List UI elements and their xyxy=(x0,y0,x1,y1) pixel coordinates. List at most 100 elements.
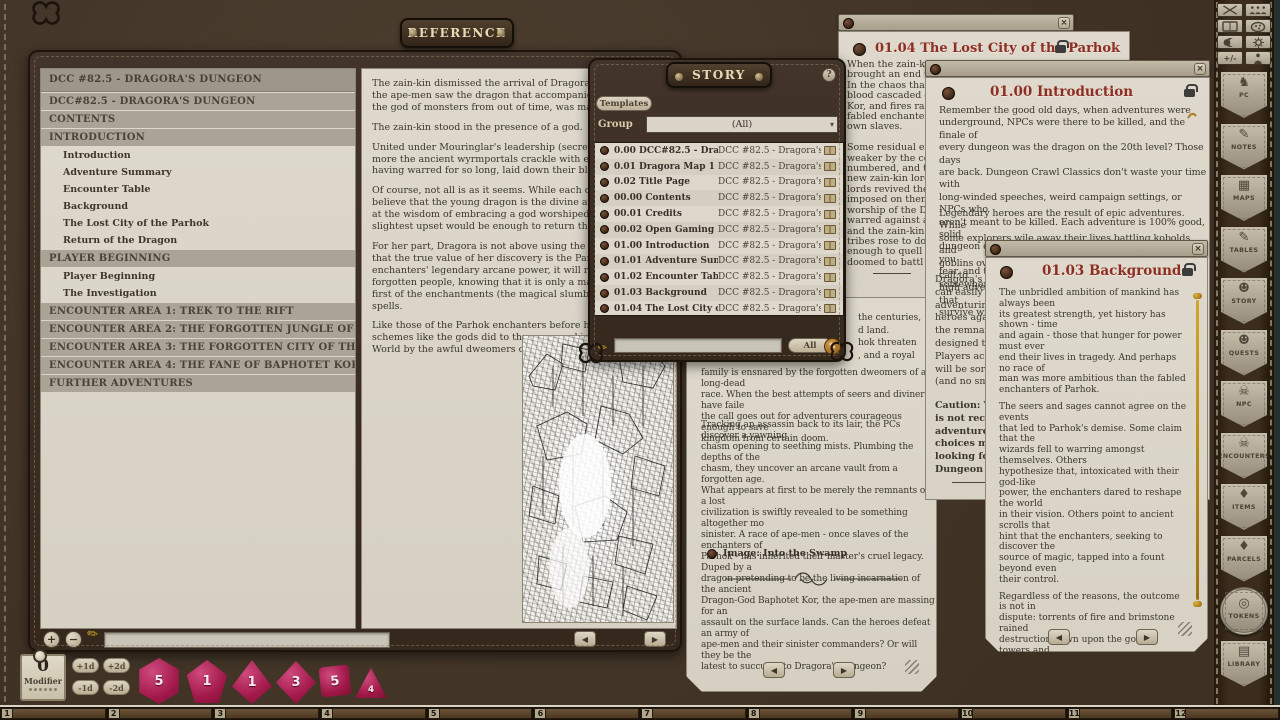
story-list-row[interactable]: 00.02 Open Gaming License DCC #82.5 - Dr… xyxy=(595,222,843,238)
toc-entry[interactable]: CONTENTS xyxy=(41,111,355,128)
hotkey-slot[interactable]: 7 xyxy=(641,708,746,719)
entry-knob-icon[interactable] xyxy=(600,146,609,155)
sidebar-banner[interactable]: ☠ ENCOUNTERS xyxy=(1221,433,1267,479)
hotkey-slot[interactable]: 1 xyxy=(1,708,106,719)
toc-entry[interactable]: Adventure Summary xyxy=(41,164,355,181)
entry-knob-icon[interactable] xyxy=(600,289,609,298)
module-book-icon[interactable] xyxy=(824,178,836,187)
lock-icon[interactable] xyxy=(1184,89,1195,97)
zoom-in-button[interactable]: + xyxy=(43,631,60,648)
sidebar-banner[interactable]: ◎ TOKENS xyxy=(1220,587,1268,635)
background-prev-button[interactable]: ◀ xyxy=(1048,629,1070,645)
background-titlebar[interactable]: × xyxy=(985,240,1208,257)
story-list-row[interactable]: 01.04 The Lost City of the Parhok DCC #8… xyxy=(595,301,843,316)
reference-search-input[interactable] xyxy=(104,632,390,648)
lock-icon[interactable] xyxy=(1055,45,1066,53)
toc-entry[interactable]: Background xyxy=(41,198,355,215)
character-icon[interactable] xyxy=(1245,51,1271,65)
toc-entry[interactable]: ENCOUNTER AREA 4: THE FANE OF BAPHOTET K… xyxy=(41,357,355,374)
minus-2d-button[interactable]: -2d xyxy=(103,680,130,695)
resize-grip[interactable] xyxy=(1178,622,1192,636)
toc-entry[interactable]: Player Beginning xyxy=(41,268,355,285)
module-book-icon[interactable] xyxy=(824,146,836,155)
window-knob-icon[interactable] xyxy=(843,18,854,29)
toc-entry[interactable]: Return of the Dragon xyxy=(41,232,355,249)
hotkey-slot[interactable]: 11 xyxy=(1068,708,1173,719)
story-search-input[interactable] xyxy=(614,338,782,353)
toc-entry[interactable]: The Lost City of the Parhok xyxy=(41,215,355,232)
entry-knob-icon[interactable] xyxy=(600,225,609,234)
sidebar-banner[interactable]: ✎ TABLES xyxy=(1221,227,1267,273)
sidebar-banner[interactable]: ☻ STORY xyxy=(1221,278,1267,324)
hotkey-slot[interactable]: 12 xyxy=(1174,708,1279,719)
entry-knob-icon[interactable] xyxy=(600,241,609,250)
resize-grip[interactable] xyxy=(905,660,919,674)
entry-knob-icon[interactable] xyxy=(600,162,609,171)
module-book-icon[interactable] xyxy=(824,273,836,282)
module-book-icon[interactable] xyxy=(824,210,836,219)
entry-knob-icon[interactable] xyxy=(600,178,609,187)
story-list-row[interactable]: 00.01 Credits DCC #82.5 - Dragora's Dung… xyxy=(595,206,843,222)
reference-title-plaque[interactable]: REFERENCE xyxy=(400,18,514,48)
background-next-button[interactable]: ▶ xyxy=(1136,629,1158,645)
d8-die[interactable]: 3 xyxy=(276,661,316,704)
modifiers-plus-minus-icon[interactable]: +/- xyxy=(1217,51,1243,65)
toc-entry[interactable]: DCC#82.5 - DRAGORA'S DUNGEON xyxy=(41,93,355,110)
story-list-row[interactable]: 0.02 Title Page DCC #82.5 - Dragora's Du… xyxy=(595,175,843,191)
plus-2d-button[interactable]: +2d xyxy=(103,658,130,673)
zoom-out-button[interactable]: − xyxy=(65,631,82,648)
toc-entry[interactable]: ENCOUNTER AREA 3: THE FORGOTTEN CITY OF … xyxy=(41,339,355,356)
sidebar-banner[interactable]: ✎ NOTES xyxy=(1221,124,1267,170)
page-next-button[interactable]: ▶ xyxy=(644,631,666,647)
toc-entry[interactable]: Encounter Table xyxy=(41,181,355,198)
hotkey-slot[interactable]: 8 xyxy=(748,708,853,719)
hotkey-slot[interactable]: 5 xyxy=(428,708,533,719)
options-gear-icon[interactable] xyxy=(1245,35,1271,49)
hotkey-slot[interactable]: 3 xyxy=(214,708,319,719)
module-book-icon[interactable] xyxy=(824,194,836,203)
templates-button[interactable]: Templates xyxy=(596,96,652,111)
story-list-row[interactable]: 01.02 Encounter Table DCC #82.5 - Dragor… xyxy=(595,269,843,285)
lost-city-titlebar[interactable]: × xyxy=(838,14,1074,31)
close-icon[interactable]: × xyxy=(1192,243,1204,255)
introduction-titlebar[interactable]: × xyxy=(925,60,1210,77)
summary-next-button[interactable]: ▶ xyxy=(833,662,855,678)
sidebar-banner[interactable]: ☻ QUESTS xyxy=(1221,330,1267,376)
sidebar-banner[interactable]: ☠ NPC xyxy=(1221,381,1267,427)
story-list-row[interactable]: 01.01 Adventure Summary DCC #82.5 - Drag… xyxy=(595,254,843,270)
entry-knob-icon[interactable] xyxy=(600,210,609,219)
story-list-row[interactable]: 00.00 Contents DCC #82.5 - Dragora's Dun… xyxy=(595,190,843,206)
hotkey-slot[interactable]: 9 xyxy=(854,708,959,719)
minus-1d-button[interactable]: -1d xyxy=(72,680,99,695)
window-knob-icon[interactable] xyxy=(990,244,1001,255)
crossed-swords-icon[interactable] xyxy=(1217,3,1243,17)
d4-die[interactable]: 4 xyxy=(355,668,387,698)
sidebar-banner[interactable]: ♦ PARCELS xyxy=(1221,536,1267,582)
story-list-row[interactable]: 01.03 Background DCC #82.5 - Dragora's D… xyxy=(595,285,843,301)
help-icon[interactable]: ? xyxy=(822,68,836,82)
close-icon[interactable]: × xyxy=(1058,17,1070,29)
group-dropdown[interactable]: (All) ▾ xyxy=(646,116,838,133)
hotkey-slot[interactable]: 2 xyxy=(108,708,213,719)
sidebar-banner[interactable]: ▤ LIBRARY xyxy=(1221,641,1267,687)
entry-knob-icon[interactable] xyxy=(600,273,609,282)
palette-icon[interactable] xyxy=(1245,19,1271,33)
page-prev-button[interactable]: ◀ xyxy=(574,631,596,647)
module-book-icon[interactable] xyxy=(824,257,836,266)
story-list-row[interactable]: 0.01 Dragora Map 1 DCC #82.5 - Dragora's… xyxy=(595,159,843,175)
sidebar-banner[interactable]: ♦ ITEMS xyxy=(1221,484,1267,530)
sidebar-banner[interactable]: ♞ PC xyxy=(1221,72,1267,118)
toc-entry[interactable]: ENCOUNTER AREA 1: TREK TO THE RIFT xyxy=(41,303,355,320)
image-link-knob-icon[interactable] xyxy=(707,549,717,559)
module-book-icon[interactable] xyxy=(824,162,836,171)
story-link-knob-icon[interactable] xyxy=(1000,266,1013,279)
d12-die[interactable]: 1 xyxy=(186,660,228,703)
day-night-icon[interactable] xyxy=(1217,35,1243,49)
party-info-icon[interactable] xyxy=(1245,3,1271,17)
module-book-icon[interactable] xyxy=(824,289,836,298)
scrollbar[interactable] xyxy=(1196,300,1199,600)
hotkey-slot[interactable]: 4 xyxy=(321,708,426,719)
lock-icon[interactable] xyxy=(1182,268,1193,276)
story-title-plaque[interactable]: STORY xyxy=(666,62,772,88)
entry-knob-icon[interactable] xyxy=(600,194,609,203)
